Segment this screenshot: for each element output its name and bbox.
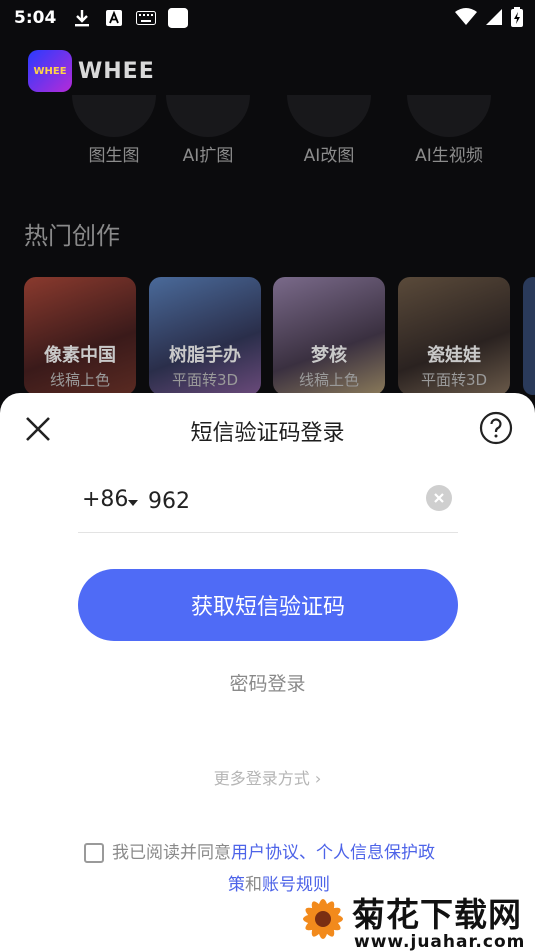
download-icon [72, 8, 92, 28]
hot-card[interactable]: 像素中国 线稿上色 [24, 277, 136, 395]
feature-label: 图生图 [88, 146, 140, 166]
agreement-separator: 、 [299, 843, 316, 863]
feature-ai-expand[interactable]: AI扩图 [158, 95, 258, 166]
watermark-url: www.juahar.com [354, 932, 526, 952]
card-title: 像素中国 [44, 345, 116, 366]
feature-ai-video[interactable]: AI生视频 [399, 95, 499, 166]
status-bar: 5:04 [0, 0, 535, 36]
signal-icon [485, 8, 503, 30]
phone-input[interactable] [148, 485, 408, 517]
feature-label: AI改图 [303, 146, 355, 166]
more-login-methods-link[interactable]: 更多登录方式 › [0, 765, 535, 789]
app-notification-icon [168, 8, 189, 28]
card-title: 瓷娃娃 [427, 345, 481, 366]
feature-icon [287, 95, 371, 137]
phone-field: +86 [78, 479, 458, 533]
wifi-icon [455, 8, 477, 30]
card-title: 树脂手办 [169, 345, 241, 366]
status-time: 5:04 [14, 8, 57, 28]
card-subtitle: 线稿上色 [298, 371, 359, 389]
hot-card-partial[interactable] [523, 277, 535, 395]
chevron-down-icon[interactable] [128, 500, 138, 506]
country-code-selector[interactable]: +86 [82, 487, 128, 512]
font-icon [104, 8, 124, 28]
feature-label: AI扩图 [182, 146, 234, 166]
privacy-policy-link[interactable]: 个人信息保护政 [316, 843, 435, 863]
battery-icon [511, 7, 523, 31]
logo-wordmark: WHEE [78, 58, 155, 84]
app-logo: WHEE WHEE [28, 50, 155, 92]
clear-input-button[interactable] [426, 485, 452, 511]
sheet-title: 短信验证码登录 [190, 421, 345, 446]
privacy-policy-link-cont[interactable]: 策 [228, 875, 245, 895]
agreement-checkbox[interactable] [84, 843, 104, 863]
feature-image-to-image[interactable]: 图生图 [64, 95, 164, 166]
agreement-prefix: 我已阅读并同意 [112, 843, 231, 863]
watermark: 菊花下载网 www.juahar.com [290, 888, 535, 952]
feature-icon [166, 95, 250, 137]
feature-label: AI生视频 [415, 146, 483, 166]
clear-icon [434, 493, 444, 503]
feature-icon [407, 95, 491, 137]
hot-card[interactable]: 梦核 线稿上色 [273, 277, 385, 395]
login-sheet: 短信验证码登录 +86 获取短信验证码 密码登录 更多登录方式 › 我已阅读并同… [0, 393, 535, 952]
get-code-button[interactable]: 获取短信验证码 [78, 569, 458, 641]
watermark-name: 菊花下载网 [352, 895, 522, 934]
card-subtitle: 平面转3D [420, 371, 488, 389]
hot-card[interactable]: 瓷娃娃 平面转3D [398, 277, 510, 395]
feature-ai-edit[interactable]: AI改图 [279, 95, 379, 166]
user-agreement-link[interactable]: 用户协议 [231, 843, 299, 863]
flower-logo-icon [303, 899, 343, 939]
help-icon [479, 411, 513, 445]
card-title: 梦核 [311, 345, 347, 366]
hot-section-title: 热门创作 [24, 222, 120, 250]
help-button[interactable] [479, 411, 513, 445]
agreement-text-line1: 我已阅读并同意用户协议、个人信息保护政 [112, 837, 435, 869]
card-subtitle: 平面转3D [171, 371, 239, 389]
password-login-link[interactable]: 密码登录 [0, 669, 535, 696]
card-subtitle: 线稿上色 [49, 371, 110, 389]
logo-badge: WHEE [28, 50, 72, 92]
hot-card[interactable]: 树脂手办 平面转3D [149, 277, 261, 395]
feature-icon [72, 95, 156, 137]
agreement-and: 和 [245, 875, 262, 895]
keyboard-icon [136, 8, 157, 28]
